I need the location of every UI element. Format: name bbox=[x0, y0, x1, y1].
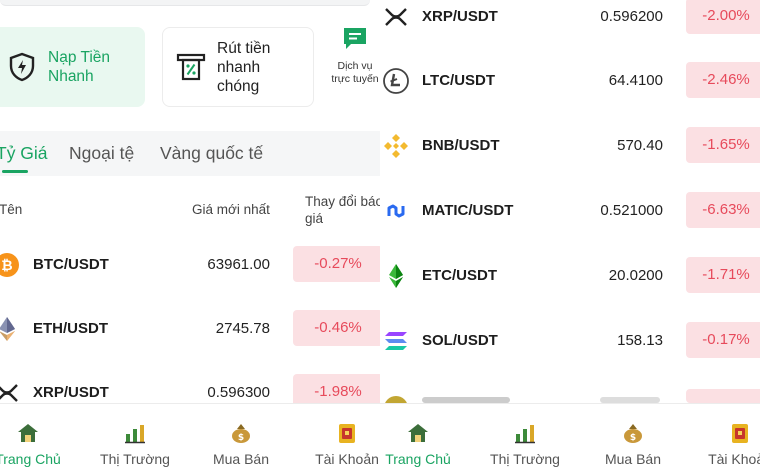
pair-name: LTC/USDT bbox=[422, 72, 496, 89]
market-row-matic[interactable]: MATIC/USDT 0.521000 -6.63% bbox=[380, 186, 760, 236]
market-row-ltc[interactable]: LTC/USDT 64.4100 -2.46% bbox=[380, 56, 760, 106]
home-icon bbox=[408, 424, 428, 442]
quick-withdraw-label: Rút tiền nhanh chóng bbox=[217, 39, 271, 95]
pair-name: ETC/USDT bbox=[422, 267, 497, 284]
price-change-badge: -2.46% bbox=[686, 62, 760, 98]
latest-price: 20.0200 bbox=[608, 267, 663, 284]
active-tab-indicator bbox=[2, 170, 28, 173]
online-service-label: Dịch vụ trực tuyến bbox=[331, 60, 379, 85]
nav-home-label: Trang Chủ bbox=[385, 451, 451, 467]
latest-price: 63961.00 bbox=[207, 256, 270, 273]
price-change-badge: -0.27% bbox=[293, 246, 380, 282]
online-service-button[interactable]: Dịch vụ trực tuyến bbox=[330, 26, 380, 86]
pair-name: XRP/USDT bbox=[422, 8, 498, 25]
trade-icon: $ bbox=[232, 424, 250, 443]
nav-trade[interactable]: $ Mua Bán bbox=[201, 422, 281, 467]
market-icon bbox=[515, 425, 535, 444]
solana-icon bbox=[385, 332, 407, 350]
market-row-etc[interactable]: ETC/USDT 20.0200 -1.71% bbox=[380, 251, 760, 301]
price-change-badge: -6.63% bbox=[686, 192, 760, 228]
nav-home[interactable]: Trang Chủ bbox=[380, 422, 458, 467]
bnb-icon bbox=[384, 134, 408, 158]
price-change-badge: -1.65% bbox=[686, 127, 760, 163]
pair-name: MATIC/USDT bbox=[422, 202, 514, 219]
xrp-icon bbox=[385, 8, 407, 26]
pair-name: SOL/USDT bbox=[422, 332, 498, 349]
right-screen: XRP/USDT 0.596200 -2.00% LTC/USDT 64.410… bbox=[380, 0, 760, 475]
quick-withdraw-button[interactable]: Rút tiền nhanh chóng bbox=[162, 27, 314, 107]
column-header-name: Tên bbox=[0, 202, 23, 217]
tab-foreign-currency[interactable]: Ngoại tệ bbox=[69, 143, 134, 164]
top-banner-edge bbox=[0, 0, 370, 6]
price-change-badge: -2.00% bbox=[686, 0, 760, 34]
account-icon bbox=[732, 424, 748, 443]
latest-price: 158.13 bbox=[617, 332, 663, 349]
nav-market[interactable]: Thị Trường bbox=[95, 422, 175, 467]
quick-deposit-label: Nạp Tiền Nhanh bbox=[48, 49, 111, 85]
litecoin-icon bbox=[383, 68, 409, 94]
pair-name: XRP/USDT bbox=[33, 384, 109, 401]
tab-exchange-rate[interactable]: Tỷ Giá bbox=[0, 143, 48, 164]
latest-price: 2745.78 bbox=[215, 320, 270, 337]
ethereum-icon bbox=[0, 317, 15, 341]
matic-icon bbox=[387, 204, 405, 218]
nav-account[interactable]: Tài Khoản bbox=[700, 422, 760, 467]
market-row-eth[interactable]: ETH/USDT 2745.78 -0.46% bbox=[0, 304, 380, 354]
bottom-navigation: Trang Chủ Thị Trường $ Mua Bán bbox=[380, 403, 760, 475]
latest-price: 0.596300 bbox=[207, 384, 270, 401]
pair-name: BNB/USDT bbox=[422, 137, 500, 154]
trade-icon: $ bbox=[624, 424, 642, 443]
chat-icon bbox=[344, 28, 366, 49]
nav-account-label: Tài Khoản bbox=[708, 451, 760, 467]
latest-price: 0.596200 bbox=[600, 8, 663, 25]
market-row-btc[interactable]: ₿ BTC/USDT 63961.00 -0.27% bbox=[0, 240, 380, 290]
tab-international-gold[interactable]: Vàng quốc tế bbox=[160, 143, 263, 164]
column-header-change: Thay đổi báo giá bbox=[305, 194, 380, 226]
left-screen: Nạp Tiền Nhanh Rút tiền nhanh chóng Dịch… bbox=[0, 0, 380, 475]
price-change-badge: -1.71% bbox=[686, 257, 760, 293]
bitcoin-icon: ₿ bbox=[0, 253, 19, 277]
latest-price: 0.521000 bbox=[600, 202, 663, 219]
bottom-navigation: Trang Chủ Thị Trường $ Mua Bán bbox=[0, 403, 380, 475]
nav-market-label: Thị Trường bbox=[100, 451, 170, 467]
column-header-price: Giá mới nhất bbox=[192, 202, 270, 217]
latest-price: 64.4100 bbox=[608, 72, 663, 89]
nav-trade[interactable]: $ Mua Bán bbox=[593, 422, 673, 467]
quick-deposit-button[interactable]: Nạp Tiền Nhanh bbox=[0, 27, 145, 107]
market-row-bnb[interactable]: BNB/USDT 570.40 -1.65% bbox=[380, 121, 760, 171]
pair-name: BTC/USDT bbox=[33, 256, 109, 273]
nav-trade-label: Mua Bán bbox=[604, 451, 662, 467]
pair-name: ETH/USDT bbox=[33, 320, 108, 337]
svg-text:$: $ bbox=[238, 433, 244, 443]
nav-trade-label: Mua Bán bbox=[212, 451, 270, 467]
nav-home[interactable]: Trang Chủ bbox=[0, 422, 68, 467]
home-icon bbox=[18, 424, 38, 442]
shield-icon bbox=[9, 52, 35, 82]
ethereum-classic-icon bbox=[389, 264, 403, 288]
nav-account[interactable]: Tài Khoản bbox=[307, 422, 380, 467]
price-change-badge: -0.46% bbox=[293, 310, 380, 346]
svg-text:₿: ₿ bbox=[1, 258, 12, 274]
nav-market[interactable]: Thị Trường bbox=[485, 422, 565, 467]
latest-price: 570.40 bbox=[617, 137, 663, 154]
nav-account-label: Tài Khoản bbox=[315, 451, 379, 467]
market-row-sol[interactable]: SOL/USDT 158.13 -0.17% bbox=[380, 316, 760, 366]
market-row-xrp[interactable]: XRP/USDT 0.596200 -2.00% bbox=[380, 0, 760, 42]
nav-home-label: Trang Chủ bbox=[0, 451, 61, 467]
market-icon bbox=[125, 425, 145, 444]
withdraw-icon bbox=[176, 53, 206, 81]
svg-text:$: $ bbox=[630, 433, 636, 443]
account-icon bbox=[339, 424, 355, 443]
price-change-badge: -0.17% bbox=[686, 322, 760, 358]
nav-market-label: Thị Trường bbox=[490, 451, 560, 467]
